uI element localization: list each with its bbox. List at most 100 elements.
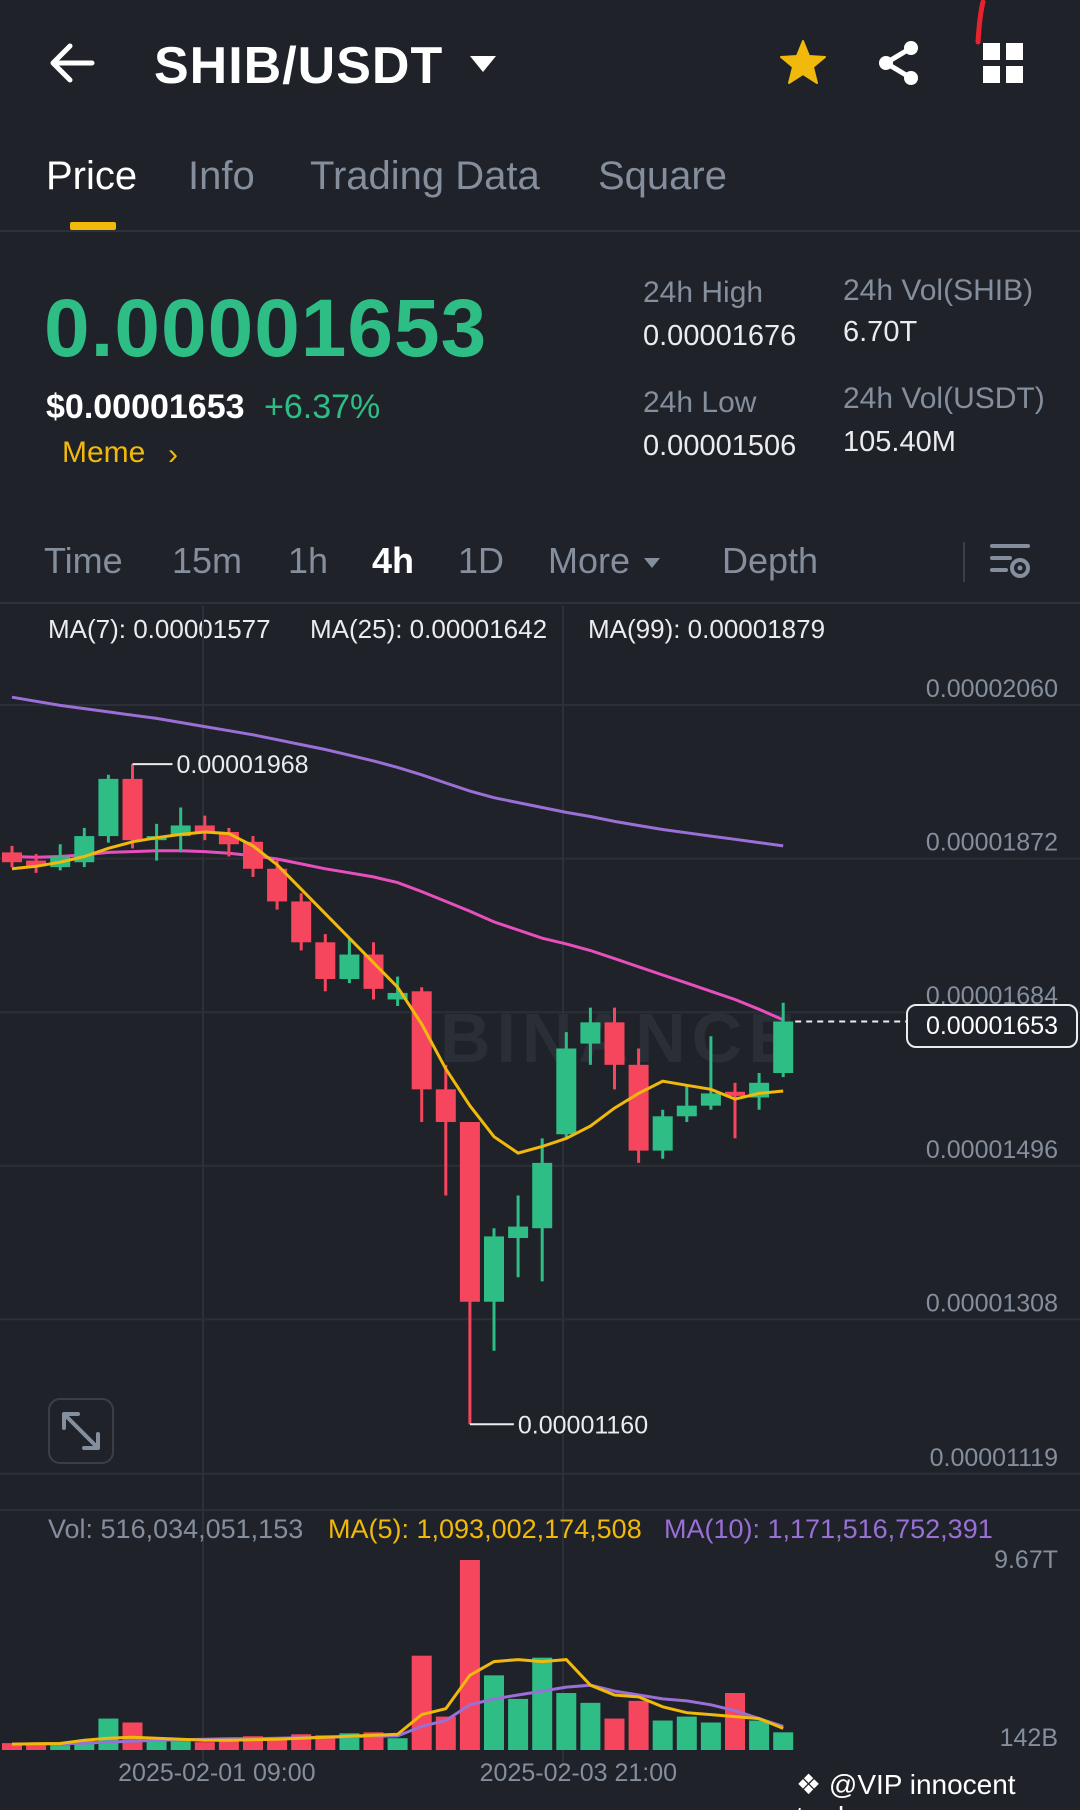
interval-4h[interactable]: 4h [372, 540, 414, 582]
low-value: 0.00001506 [643, 430, 797, 462]
candle-body [98, 778, 119, 837]
volume-bar [580, 1702, 601, 1750]
interval-time[interactable]: Time [44, 540, 123, 582]
chart-settings-button[interactable] [988, 538, 1032, 582]
depth-tab[interactable]: Depth [722, 540, 818, 582]
top-bar: SHIB/USDT [0, 0, 1080, 130]
credit-text: @VIP innocent trader [796, 1769, 1016, 1810]
price-axis-tick: 0.00001308 [926, 1289, 1058, 1317]
volume-axis-top: 9.67T [994, 1546, 1058, 1574]
candle-body [532, 1162, 553, 1229]
volume-axis-bottom: 142B [1000, 1724, 1058, 1752]
volume-bar [387, 1738, 408, 1750]
volume-bar [676, 1716, 697, 1750]
candle-body [2, 852, 22, 863]
high-value: 0.00001676 [643, 320, 797, 352]
vol-base-label: 24h Vol(SHIB) [843, 274, 1034, 307]
candle-body [652, 1116, 673, 1151]
chevron-right-icon[interactable]: › [168, 438, 178, 472]
back-button[interactable] [44, 38, 104, 88]
expand-icon [62, 1412, 100, 1450]
caret-down-icon [470, 56, 496, 72]
vol-quote-label: 24h Vol(USDT) [843, 382, 1045, 415]
high-label: 24h High [643, 276, 764, 309]
candle-body [556, 1048, 577, 1135]
volume-bar [484, 1675, 504, 1750]
candle-body [291, 901, 312, 943]
volume-bar [50, 1745, 71, 1750]
tab-square[interactable]: Square [598, 154, 727, 199]
high-callout-label: 0.00001968 [177, 751, 309, 779]
candle-body [773, 1021, 794, 1073]
volume-bar [194, 1742, 215, 1750]
volume-bar [628, 1700, 649, 1750]
candle-body [459, 1122, 480, 1302]
candle-body [339, 954, 360, 980]
volume-bar [532, 1657, 553, 1750]
pair-dropdown-caret[interactable] [466, 52, 500, 76]
favorite-button[interactable] [778, 38, 828, 88]
volume-bar [459, 1560, 480, 1750]
candle-body [580, 1022, 601, 1044]
section-tabs: Price Info Trading Data Square [0, 150, 1080, 232]
candle-body [700, 1093, 721, 1106]
current-price-label: 0.00001653 [906, 1004, 1078, 1048]
price-chart[interactable]: 0.000020600.000018720.000016840.00001496… [0, 606, 1080, 1810]
candle-body [411, 991, 432, 1090]
usd-price: $0.00001653 [46, 388, 245, 426]
price-axis-tick: 0.00001119 [930, 1444, 1058, 1472]
candle-body [435, 1089, 456, 1123]
volume-bar [604, 1718, 625, 1750]
last-price: 0.00001653 [44, 283, 488, 374]
date-axis-label: 2025-02-03 21:00 [480, 1759, 677, 1787]
price-axis-tick: 0.00002060 [926, 675, 1058, 703]
category-tag[interactable]: Meme [62, 436, 145, 470]
pair-title[interactable]: SHIB/USDT [154, 36, 443, 96]
volume-bar [508, 1698, 529, 1750]
candle-body [315, 942, 336, 980]
interval-bar: Time 15m 1h 4h 1D More Depth [0, 530, 1080, 604]
tab-price[interactable]: Price [46, 154, 137, 199]
volume-bar [725, 1693, 745, 1750]
volume-bar [700, 1722, 721, 1750]
vol-ma10-legend: MA(10): 1,171,516,752,391 [664, 1514, 993, 1544]
interval-15m[interactable]: 15m [172, 540, 242, 582]
tab-info[interactable]: Info [188, 154, 255, 199]
credit-watermark: ❖ @VIP innocent trader [796, 1768, 1080, 1810]
share-button[interactable] [874, 38, 924, 88]
vol-ma5-legend: MA(5): 1,093,002,174,508 [328, 1514, 642, 1544]
fullscreen-button[interactable] [48, 1398, 114, 1464]
share-icon [879, 41, 918, 85]
candle-body [122, 778, 143, 841]
volume-bar [773, 1732, 794, 1750]
candle-body [484, 1236, 504, 1302]
price-axis-tick: 0.00001496 [926, 1136, 1058, 1164]
price-change-percent: +6.37% [264, 388, 381, 426]
price-axis-tick: 0.00001872 [926, 829, 1058, 857]
vol-base-value: 6.70T [843, 316, 918, 348]
date-axis-label: 2025-02-01 09:00 [118, 1759, 315, 1787]
tab-trading-data[interactable]: Trading Data [310, 154, 540, 199]
volume-bar [411, 1655, 432, 1750]
active-tab-indicator [70, 222, 116, 230]
candle-body [676, 1105, 697, 1117]
interval-1d[interactable]: 1D [458, 540, 504, 582]
chart-settings-icon [990, 544, 1030, 578]
star-icon [780, 40, 826, 84]
interval-more[interactable]: More [548, 540, 630, 582]
arrow-left-icon [50, 43, 95, 83]
low-label: 24h Low [643, 386, 757, 419]
annotation-mark [974, 0, 988, 50]
caret-down-icon[interactable] [642, 556, 662, 570]
volume-bar [98, 1718, 119, 1750]
volume-legend: Vol: 516,034,051,153 [48, 1514, 304, 1544]
interval-1h[interactable]: 1h [288, 540, 328, 582]
divider [963, 542, 965, 582]
volume-bar [170, 1741, 191, 1750]
vol-quote-value: 105.40M [843, 426, 956, 458]
candle-body [508, 1226, 529, 1239]
volume-bar [652, 1720, 673, 1750]
candle-body [628, 1064, 649, 1151]
volume-bar [556, 1693, 577, 1750]
diamond-icon: ❖ [796, 1769, 822, 1800]
